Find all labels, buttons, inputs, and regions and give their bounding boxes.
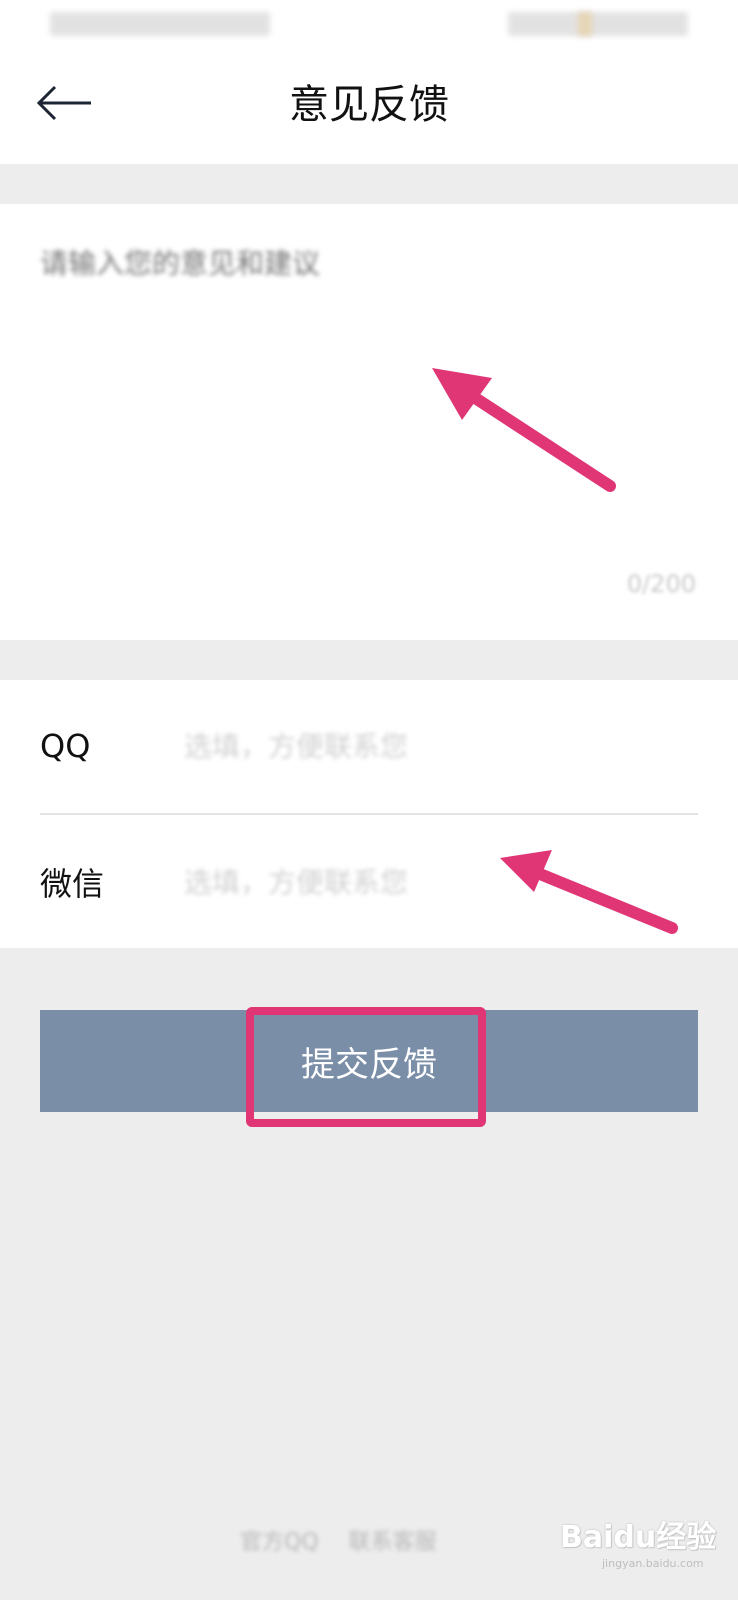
feedback-textarea[interactable] (40, 224, 698, 562)
header: 意见反馈 (0, 50, 738, 164)
baidu-watermark-url: jingyan.baidu.com (602, 1557, 704, 1570)
wechat-input[interactable] (182, 851, 698, 913)
status-right-blur-accent (578, 12, 592, 36)
status-bar (0, 0, 738, 50)
submit-feedback-button[interactable]: 提交反馈 (40, 1010, 698, 1112)
qq-label: QQ (40, 727, 91, 765)
feedback-section: 0/200 (0, 204, 738, 640)
footer-links: 官方QQ 联系客服 (240, 1524, 437, 1560)
char-counter: 0/200 (626, 570, 696, 598)
wechat-row: 微信 (40, 816, 698, 948)
contact-section: QQ 微信 (0, 680, 738, 948)
divider (40, 813, 698, 815)
qq-input[interactable] (182, 715, 698, 777)
baidu-watermark: Baidu经验 (560, 1520, 717, 1555)
status-right-blur (508, 12, 688, 36)
submit-label: 提交反馈 (301, 1044, 437, 1085)
wechat-label: 微信 (40, 865, 105, 903)
footer-link-official-qq[interactable]: 官方QQ (240, 1524, 319, 1560)
footer-link-support[interactable]: 联系客服 (349, 1524, 437, 1560)
status-left-blur (50, 12, 270, 36)
qq-row: QQ (40, 680, 698, 812)
page-title: 意见反馈 (289, 82, 449, 128)
